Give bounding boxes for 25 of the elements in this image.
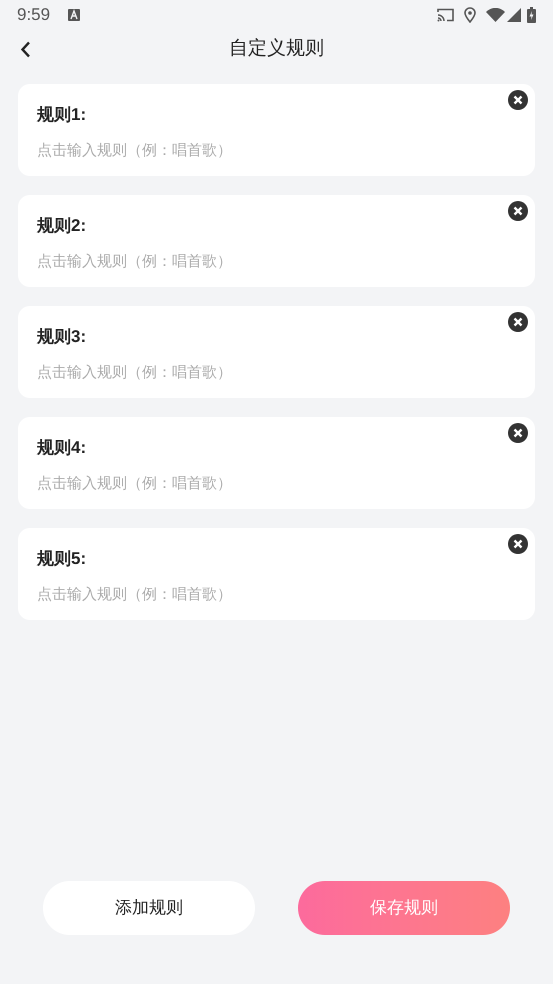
page-title: 自定义规则 [229,36,324,61]
wifi-icon [486,8,505,22]
status-time: 9:59 [17,4,50,26]
rule-label: 规则1: [37,104,86,126]
close-icon[interactable] [508,90,528,110]
add-button[interactable]: 添加规则 [43,881,255,935]
back-icon[interactable] [20,41,31,58]
rule-input-field[interactable]: 点击输入规则（例：唱首歌） [37,584,437,606]
notification-icon [68,9,80,21]
rule-input-field[interactable]: 点击输入规则（例：唱首歌） [37,250,437,273]
rule-input-field[interactable]: 点击输入规则（例：唱首歌） [37,140,437,162]
location-icon [464,7,476,23]
rule-label: 规则3: [37,326,86,348]
cast-icon [437,8,454,22]
rule-input-field[interactable]: 点击输入规则（例：唱首歌） [37,472,437,495]
close-icon[interactable] [508,423,528,443]
signal-icon [507,8,521,22]
rule-label: 规则4: [37,437,86,459]
close-icon[interactable] [508,312,528,332]
battery-icon [527,7,536,23]
close-icon[interactable] [508,201,528,221]
close-icon[interactable] [508,534,528,554]
rule-label: 规则5: [37,548,86,570]
rule-label: 规则2: [37,215,86,237]
rule-input-field[interactable]: 点击输入规则（例：唱首歌） [37,362,437,384]
